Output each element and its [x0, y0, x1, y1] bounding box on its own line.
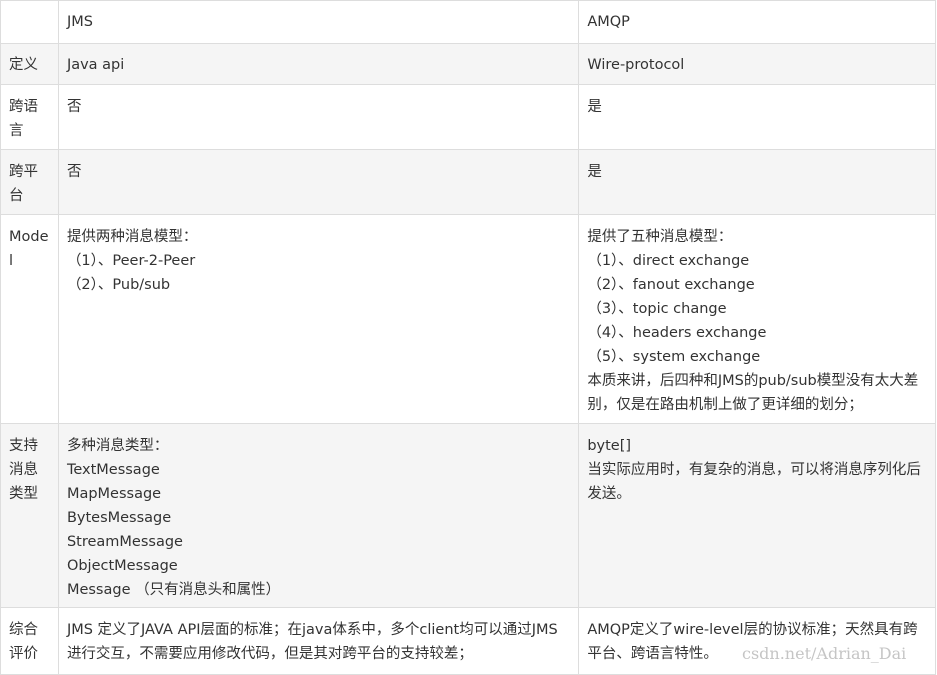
table-row-message-types: 支持消息类型 多种消息类型： TextMessage MapMessage By… — [0, 423, 936, 608]
cell-line: （4）、headers exchange — [587, 325, 767, 341]
cell-line: （5）、system exchange — [587, 349, 761, 365]
cell-line: （1）、direct exchange — [587, 253, 750, 269]
jms-cell: 多种消息类型： TextMessage MapMessage BytesMess… — [57, 423, 580, 608]
row-label-text: 支持消息类型 — [9, 438, 38, 502]
row-label-text: 跨语言 — [9, 99, 38, 139]
cell-line: TextMessage — [66, 462, 160, 478]
table-row-definition: 定义 Java api Wire-protocol — [0, 43, 936, 85]
jms-cell: 否 — [57, 84, 580, 150]
amqp-cell: Wire-protocol — [578, 43, 936, 85]
cell-line: ObjectMessage — [66, 558, 178, 574]
cell-line: 多种消息类型： — [66, 438, 169, 454]
jms-cell: JMS 定义了JAVA API层面的标准；在java体系中，多个client均可… — [57, 607, 580, 675]
cell-line: 提供两种消息模型： — [66, 229, 198, 245]
cell-line: Wire-protocol — [587, 57, 685, 73]
cell-line: 否 — [66, 164, 82, 180]
table-row-cross-language: 跨语言 否 是 — [0, 84, 936, 150]
watermark: csdn.net/Adrian_Dai — [742, 644, 907, 663]
jms-cell: 否 — [57, 149, 580, 215]
cell-paragraph: 当实际应用时，有复杂的消息，可以将消息序列化后发送。 — [587, 462, 921, 502]
row-label-text: 跨平台 — [9, 164, 38, 204]
row-label: 综合评价 — [0, 607, 59, 675]
cell-line: 是 — [587, 164, 602, 180]
amqp-cell: 提供了五种消息模型： （1）、direct exchange （2）、fanou… — [578, 214, 936, 424]
cell-line: （2）、fanout exchange — [587, 277, 755, 293]
table-row-model: Model 提供两种消息模型： （1）、Peer-2-Peer （2）、Pub/… — [0, 214, 936, 424]
row-label: 跨语言 — [0, 84, 59, 150]
cell-line: byte[] — [587, 438, 632, 454]
amqp-cell: byte[] 当实际应用时，有复杂的消息，可以将消息序列化后发送。 — [578, 423, 936, 608]
cell-line: BytesMessage — [66, 510, 172, 526]
cell-paragraph: 本质来讲，后四种和JMS的pub/sub模型没有太大差别，仅是在路由机制上做了更… — [587, 373, 919, 413]
row-label: 定义 — [0, 43, 59, 85]
cell-line: Message （只有消息头和属性） — [66, 582, 281, 598]
cell-line: 提供了五种消息模型： — [587, 229, 733, 245]
jms-cell: Java api — [57, 43, 580, 85]
row-label: Model — [0, 214, 59, 424]
cell-paragraph: JMS 定义了JAVA API层面的标准；在java体系中，多个client均可… — [66, 622, 558, 662]
cell-line: （1）、Peer-2-Peer — [66, 253, 196, 269]
cell-line: 是 — [587, 99, 602, 115]
table-row-overall: 综合评价 JMS 定义了JAVA API层面的标准；在java体系中，多个cli… — [0, 607, 936, 675]
amqp-cell: AMQP定义了wire-level层的协议标准；天然具有跨平台、跨语言特性。 — [578, 607, 936, 675]
header-cell-empty — [0, 0, 59, 44]
cell-line: StreamMessage — [66, 534, 183, 550]
amqp-cell: 是 — [578, 84, 936, 150]
header-cell-jms: JMS — [57, 0, 580, 44]
row-label: 支持消息类型 — [0, 423, 59, 608]
comparison-table: JMS AMQP 定义 Java api Wire-protocol 跨语言 否… — [0, 0, 936, 675]
cell-line: （3）、topic change — [587, 301, 727, 317]
row-label-text: Model — [9, 229, 49, 269]
row-label-text: 综合评价 — [9, 622, 38, 662]
cell-line: Java api — [66, 57, 125, 73]
amqp-cell: 是 — [578, 149, 936, 215]
jms-cell: 提供两种消息模型： （1）、Peer-2-Peer （2）、Pub/sub — [57, 214, 580, 424]
table-row-cross-platform: 跨平台 否 是 — [0, 149, 936, 215]
header-cell-amqp: AMQP — [578, 0, 936, 44]
cell-line: （2）、Pub/sub — [66, 277, 171, 293]
cell-line: 否 — [66, 99, 82, 115]
row-label: 跨平台 — [0, 149, 59, 215]
table-header-row: JMS AMQP — [0, 0, 936, 44]
cell-line: MapMessage — [66, 486, 162, 502]
